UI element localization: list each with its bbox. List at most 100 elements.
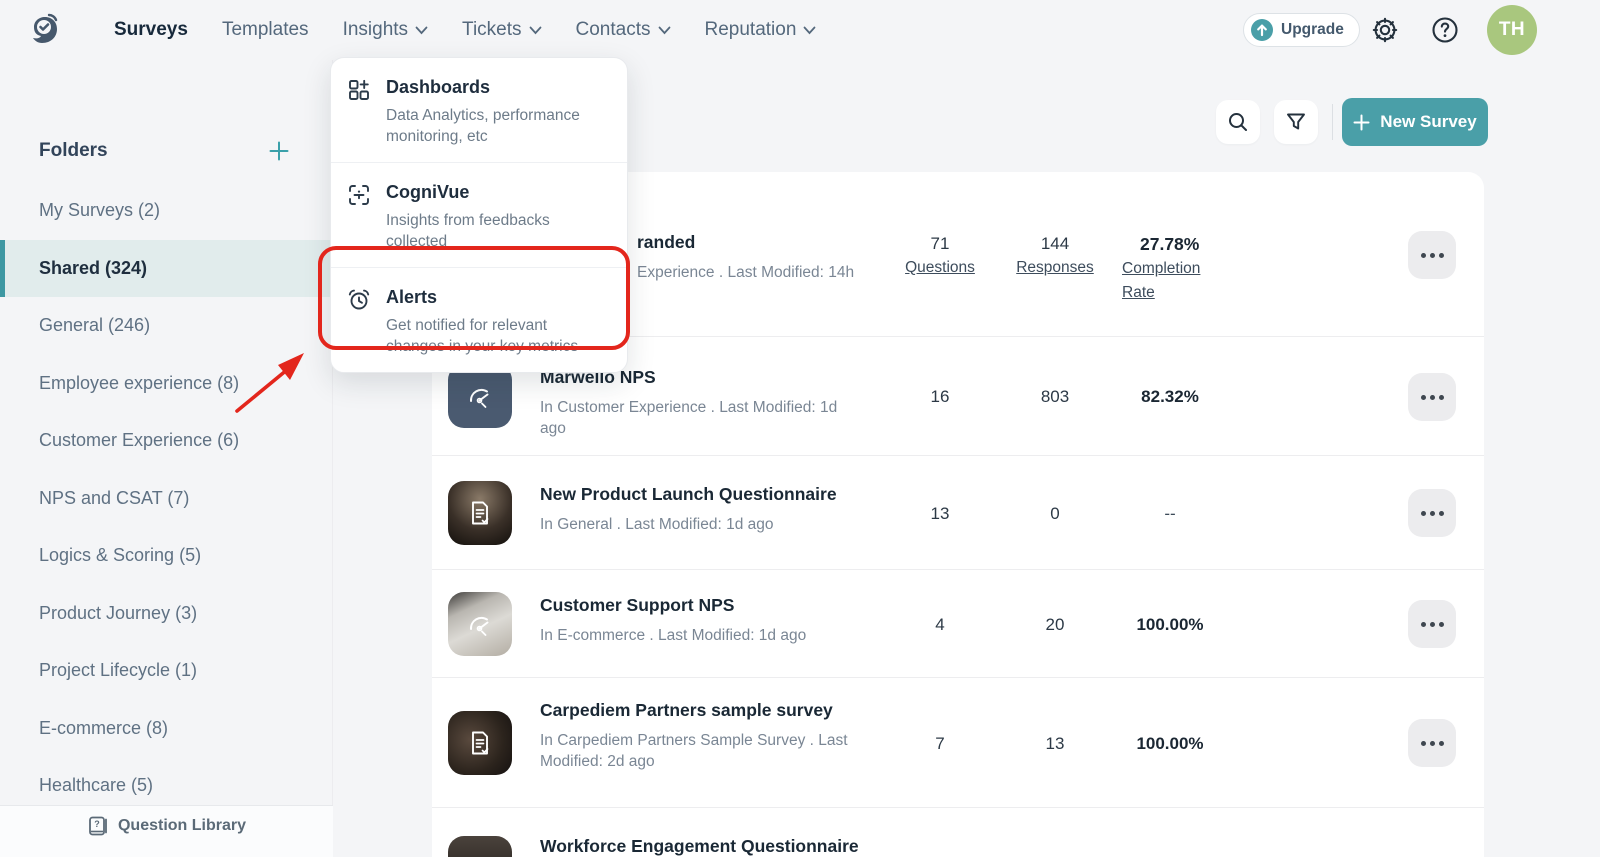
survey-thumbnail[interactable] [448,592,512,656]
menu-item-description: Insights from feedbacks collected [386,210,598,252]
survey-thumbnail[interactable] [448,481,512,545]
chevron-down-icon [658,26,671,35]
question-library-book-icon: ? [87,815,109,837]
sidebar-item-general[interactable]: General (246) [0,297,333,355]
upgrade-button[interactable]: Upgrade [1243,13,1360,47]
nav-item-tickets[interactable]: Tickets [462,19,541,41]
survey-meta: In General . Last Modified: 1d ago [540,514,858,535]
menu-item-description: Get notified for relevant changes in you… [386,315,598,357]
gauge-icon [465,609,495,639]
sidebar-item-nps-and-csat[interactable]: NPS and CSAT (7) [0,470,333,528]
gear-icon [1371,16,1399,44]
row-options-button[interactable] [1408,719,1456,767]
survey-title[interactable]: Customer Support NPS [540,595,860,616]
questions-count: 71 [931,234,950,254]
question-mark-icon [1431,16,1459,44]
responses-count: 803 [1005,387,1105,407]
dashboards-grid-icon [347,77,373,147]
plus-icon [268,140,290,162]
new-survey-label: New Survey [1380,112,1476,132]
menu-item-dashboards[interactable]: Dashboards Data Analytics, performance m… [331,58,627,162]
survey-row[interactable]: New Product Launch Questionnaire In Gene… [432,456,1484,570]
sidebar-item-employee-experience[interactable]: Employee experience (8) [0,355,333,413]
completion-rate-value: 100.00% [1110,615,1230,635]
sidebar-item-e-commerce[interactable]: E-commerce (8) [0,700,333,758]
sidebar-item-project-lifecycle[interactable]: Project Lifecycle (1) [0,642,333,700]
survey-thumbnail[interactable] [448,836,512,857]
ellipsis-icon [1421,253,1426,258]
filter-button[interactable] [1274,100,1318,144]
responses-count: 144 [1041,234,1069,254]
sidebar-item-my-surveys[interactable]: My Surveys (2) [0,182,333,240]
row-options-button[interactable] [1408,600,1456,648]
folders-header: Folders [39,140,108,162]
survey-row[interactable]: Workforce Engagement Questionnaire [432,808,1484,857]
completion-rate-column-label[interactable]: Completion [1122,258,1200,279]
add-folder-button[interactable] [268,140,290,162]
sidebar-item-customer-experience[interactable]: Customer Experience (6) [0,412,333,470]
survey-title[interactable]: Workforce Engagement Questionnaire [540,836,860,857]
survey-meta: In Customer Experience . Last Modified: … [540,397,858,439]
ellipsis-icon [1421,511,1426,516]
question-library-button[interactable]: ? Question Library [0,805,333,857]
nav-label-surveys: Surveys [114,19,188,41]
responses-column-label[interactable]: Responses [1016,257,1094,278]
nav-item-insights[interactable]: Insights [343,19,428,41]
row-options-button[interactable] [1408,489,1456,537]
completion-rate-column-label[interactable]: Rate [1122,282,1155,303]
chevron-down-icon [415,26,428,35]
ellipsis-icon [1421,741,1426,746]
survey-thumbnail[interactable] [448,711,512,775]
sidebar-item-logics-scoring[interactable]: Logics & Scoring (5) [0,527,333,585]
responses-count: 13 [1005,734,1105,754]
survey-title[interactable]: Carpediem Partners sample survey [540,700,860,721]
question-library-label: Question Library [118,817,246,835]
completion-rate-value: 27.78% [1140,234,1199,255]
menu-item-alerts[interactable]: Alerts Get notified for relevant changes… [331,267,627,372]
upgrade-arrow-icon [1251,19,1273,41]
gauge-icon [465,381,495,411]
row-options-button[interactable] [1408,373,1456,421]
insights-dropdown-menu: Dashboards Data Analytics, performance m… [330,57,628,373]
help-button[interactable] [1431,16,1459,44]
survey-title[interactable]: New Product Launch Questionnaire [540,484,860,505]
sidebar-item-shared[interactable]: Shared (324) [0,240,333,298]
nav-label-templates: Templates [222,19,309,41]
survey-thumbnail[interactable] [448,364,512,428]
menu-item-description: Data Analytics, performance monitoring, … [386,105,598,147]
nav-item-contacts[interactable]: Contacts [576,19,671,41]
document-check-icon [466,729,494,757]
user-avatar[interactable]: TH [1487,5,1537,55]
chevron-down-icon [803,26,816,35]
search-button[interactable] [1216,100,1260,144]
menu-item-title: Dashboards [386,77,598,98]
nav-label-reputation: Reputation [705,19,797,41]
nav-item-surveys[interactable]: Surveys [114,19,188,41]
main-menu: Surveys Templates Insights Tickets Conta… [114,0,816,60]
scan-face-icon [347,182,373,252]
sidebar-item-product-journey[interactable]: Product Journey (3) [0,585,333,643]
settings-button[interactable] [1371,16,1399,44]
completion-rate-value: -- [1110,504,1230,524]
responses-count: 0 [1005,504,1105,524]
filter-funnel-icon [1285,111,1307,133]
toolbar-divider [1332,104,1333,140]
completion-rate-value: 100.00% [1110,734,1230,754]
questions-column-label[interactable]: Questions [905,257,975,278]
row-options-button[interactable] [1408,231,1456,279]
survey-meta: In Carpediem Partners Sample Survey . La… [540,730,858,772]
nav-label-insights: Insights [343,19,408,41]
ellipsis-icon [1421,622,1426,627]
new-survey-button[interactable]: New Survey [1342,98,1488,146]
survey-row[interactable]: Customer Support NPS In E-commerce . Las… [432,570,1484,678]
top-navigation: Surveys Templates Insights Tickets Conta… [0,0,1600,60]
survey-row[interactable]: Carpediem Partners sample survey In Carp… [432,678,1484,808]
svg-text:?: ? [94,819,100,829]
nav-item-templates[interactable]: Templates [222,19,309,41]
menu-item-cognivue[interactable]: CogniVue Insights from feedbacks collect… [331,162,627,267]
surveysparrow-logo[interactable] [28,13,62,47]
avatar-initials: TH [1499,19,1525,41]
plus-icon [1353,114,1370,131]
alarm-clock-icon [347,287,373,357]
nav-item-reputation[interactable]: Reputation [705,19,817,41]
